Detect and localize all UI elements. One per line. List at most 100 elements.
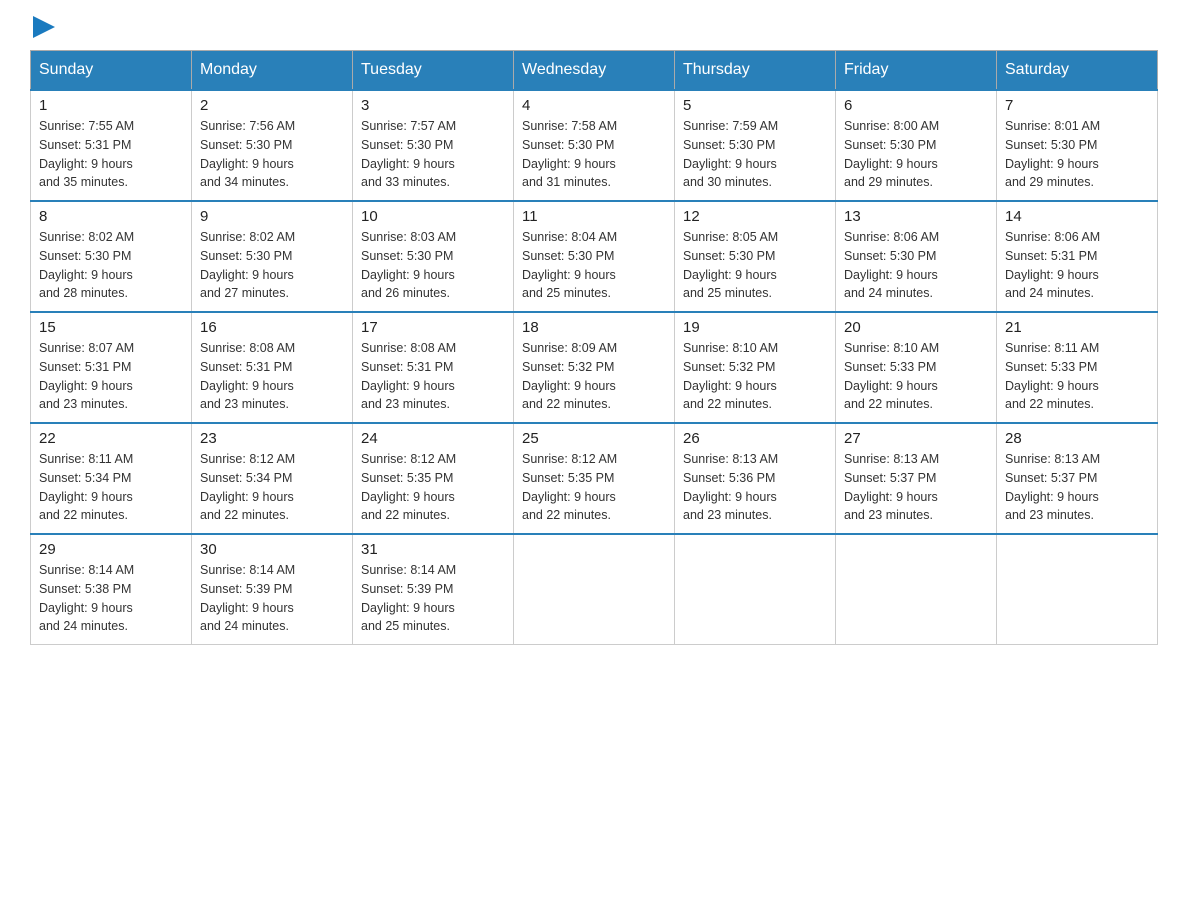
day-info: Sunrise: 8:13 AM Sunset: 5:37 PM Dayligh… bbox=[844, 450, 988, 525]
calendar-cell: 4 Sunrise: 7:58 AM Sunset: 5:30 PM Dayli… bbox=[514, 90, 675, 201]
day-number: 29 bbox=[39, 541, 183, 558]
day-header-friday: Friday bbox=[836, 51, 997, 91]
calendar-cell: 6 Sunrise: 8:00 AM Sunset: 5:30 PM Dayli… bbox=[836, 90, 997, 201]
calendar-cell: 13 Sunrise: 8:06 AM Sunset: 5:30 PM Dayl… bbox=[836, 201, 997, 312]
day-info: Sunrise: 8:01 AM Sunset: 5:30 PM Dayligh… bbox=[1005, 117, 1149, 192]
logo-arrow-icon bbox=[33, 16, 55, 38]
day-info: Sunrise: 8:12 AM Sunset: 5:34 PM Dayligh… bbox=[200, 450, 344, 525]
day-info: Sunrise: 7:58 AM Sunset: 5:30 PM Dayligh… bbox=[522, 117, 666, 192]
day-number: 12 bbox=[683, 208, 827, 225]
day-header-monday: Monday bbox=[192, 51, 353, 91]
calendar-week-row: 1 Sunrise: 7:55 AM Sunset: 5:31 PM Dayli… bbox=[31, 90, 1158, 201]
day-header-wednesday: Wednesday bbox=[514, 51, 675, 91]
day-info: Sunrise: 7:57 AM Sunset: 5:30 PM Dayligh… bbox=[361, 117, 505, 192]
calendar-cell: 16 Sunrise: 8:08 AM Sunset: 5:31 PM Dayl… bbox=[192, 312, 353, 423]
day-number: 23 bbox=[200, 430, 344, 447]
day-header-thursday: Thursday bbox=[675, 51, 836, 91]
day-number: 1 bbox=[39, 97, 183, 114]
day-number: 7 bbox=[1005, 97, 1149, 114]
day-number: 22 bbox=[39, 430, 183, 447]
calendar-week-row: 29 Sunrise: 8:14 AM Sunset: 5:38 PM Dayl… bbox=[31, 534, 1158, 645]
calendar-cell: 14 Sunrise: 8:06 AM Sunset: 5:31 PM Dayl… bbox=[997, 201, 1158, 312]
day-info: Sunrise: 8:12 AM Sunset: 5:35 PM Dayligh… bbox=[361, 450, 505, 525]
calendar-week-row: 22 Sunrise: 8:11 AM Sunset: 5:34 PM Dayl… bbox=[31, 423, 1158, 534]
day-number: 4 bbox=[522, 97, 666, 114]
calendar-cell: 7 Sunrise: 8:01 AM Sunset: 5:30 PM Dayli… bbox=[997, 90, 1158, 201]
day-number: 16 bbox=[200, 319, 344, 336]
calendar-cell: 22 Sunrise: 8:11 AM Sunset: 5:34 PM Dayl… bbox=[31, 423, 192, 534]
day-number: 9 bbox=[200, 208, 344, 225]
calendar-cell: 8 Sunrise: 8:02 AM Sunset: 5:30 PM Dayli… bbox=[31, 201, 192, 312]
day-number: 18 bbox=[522, 319, 666, 336]
calendar-cell: 27 Sunrise: 8:13 AM Sunset: 5:37 PM Dayl… bbox=[836, 423, 997, 534]
logo bbox=[30, 20, 55, 32]
day-number: 21 bbox=[1005, 319, 1149, 336]
day-number: 15 bbox=[39, 319, 183, 336]
day-info: Sunrise: 8:13 AM Sunset: 5:36 PM Dayligh… bbox=[683, 450, 827, 525]
calendar-cell: 29 Sunrise: 8:14 AM Sunset: 5:38 PM Dayl… bbox=[31, 534, 192, 645]
day-info: Sunrise: 8:04 AM Sunset: 5:30 PM Dayligh… bbox=[522, 228, 666, 303]
calendar-week-row: 15 Sunrise: 8:07 AM Sunset: 5:31 PM Dayl… bbox=[31, 312, 1158, 423]
calendar-cell: 23 Sunrise: 8:12 AM Sunset: 5:34 PM Dayl… bbox=[192, 423, 353, 534]
day-number: 10 bbox=[361, 208, 505, 225]
day-header-tuesday: Tuesday bbox=[353, 51, 514, 91]
logo-line1 bbox=[30, 20, 55, 38]
calendar-week-row: 8 Sunrise: 8:02 AM Sunset: 5:30 PM Dayli… bbox=[31, 201, 1158, 312]
day-info: Sunrise: 7:59 AM Sunset: 5:30 PM Dayligh… bbox=[683, 117, 827, 192]
calendar-cell: 9 Sunrise: 8:02 AM Sunset: 5:30 PM Dayli… bbox=[192, 201, 353, 312]
day-number: 2 bbox=[200, 97, 344, 114]
day-info: Sunrise: 8:10 AM Sunset: 5:32 PM Dayligh… bbox=[683, 339, 827, 414]
day-number: 26 bbox=[683, 430, 827, 447]
day-info: Sunrise: 8:14 AM Sunset: 5:39 PM Dayligh… bbox=[200, 561, 344, 636]
day-info: Sunrise: 8:08 AM Sunset: 5:31 PM Dayligh… bbox=[200, 339, 344, 414]
day-number: 11 bbox=[522, 208, 666, 225]
day-info: Sunrise: 8:03 AM Sunset: 5:30 PM Dayligh… bbox=[361, 228, 505, 303]
day-info: Sunrise: 8:06 AM Sunset: 5:30 PM Dayligh… bbox=[844, 228, 988, 303]
day-number: 17 bbox=[361, 319, 505, 336]
calendar-cell: 1 Sunrise: 7:55 AM Sunset: 5:31 PM Dayli… bbox=[31, 90, 192, 201]
calendar-cell: 21 Sunrise: 8:11 AM Sunset: 5:33 PM Dayl… bbox=[997, 312, 1158, 423]
calendar-header-row: SundayMondayTuesdayWednesdayThursdayFrid… bbox=[31, 51, 1158, 91]
day-number: 30 bbox=[200, 541, 344, 558]
day-info: Sunrise: 8:10 AM Sunset: 5:33 PM Dayligh… bbox=[844, 339, 988, 414]
day-info: Sunrise: 8:06 AM Sunset: 5:31 PM Dayligh… bbox=[1005, 228, 1149, 303]
day-number: 24 bbox=[361, 430, 505, 447]
day-info: Sunrise: 8:11 AM Sunset: 5:34 PM Dayligh… bbox=[39, 450, 183, 525]
day-header-sunday: Sunday bbox=[31, 51, 192, 91]
calendar-cell: 5 Sunrise: 7:59 AM Sunset: 5:30 PM Dayli… bbox=[675, 90, 836, 201]
calendar-cell: 30 Sunrise: 8:14 AM Sunset: 5:39 PM Dayl… bbox=[192, 534, 353, 645]
calendar-cell: 2 Sunrise: 7:56 AM Sunset: 5:30 PM Dayli… bbox=[192, 90, 353, 201]
calendar-cell bbox=[514, 534, 675, 645]
day-info: Sunrise: 8:00 AM Sunset: 5:30 PM Dayligh… bbox=[844, 117, 988, 192]
day-number: 6 bbox=[844, 97, 988, 114]
calendar-cell bbox=[675, 534, 836, 645]
day-number: 20 bbox=[844, 319, 988, 336]
day-info: Sunrise: 8:02 AM Sunset: 5:30 PM Dayligh… bbox=[39, 228, 183, 303]
day-info: Sunrise: 8:11 AM Sunset: 5:33 PM Dayligh… bbox=[1005, 339, 1149, 414]
calendar-cell: 28 Sunrise: 8:13 AM Sunset: 5:37 PM Dayl… bbox=[997, 423, 1158, 534]
calendar-cell: 12 Sunrise: 8:05 AM Sunset: 5:30 PM Dayl… bbox=[675, 201, 836, 312]
day-info: Sunrise: 7:55 AM Sunset: 5:31 PM Dayligh… bbox=[39, 117, 183, 192]
day-number: 31 bbox=[361, 541, 505, 558]
day-number: 27 bbox=[844, 430, 988, 447]
calendar-cell: 17 Sunrise: 8:08 AM Sunset: 5:31 PM Dayl… bbox=[353, 312, 514, 423]
calendar-cell: 11 Sunrise: 8:04 AM Sunset: 5:30 PM Dayl… bbox=[514, 201, 675, 312]
calendar-cell: 15 Sunrise: 8:07 AM Sunset: 5:31 PM Dayl… bbox=[31, 312, 192, 423]
calendar-table: SundayMondayTuesdayWednesdayThursdayFrid… bbox=[30, 50, 1158, 645]
calendar-cell: 31 Sunrise: 8:14 AM Sunset: 5:39 PM Dayl… bbox=[353, 534, 514, 645]
calendar-cell: 18 Sunrise: 8:09 AM Sunset: 5:32 PM Dayl… bbox=[514, 312, 675, 423]
page-header bbox=[30, 20, 1158, 32]
day-header-saturday: Saturday bbox=[997, 51, 1158, 91]
day-info: Sunrise: 8:13 AM Sunset: 5:37 PM Dayligh… bbox=[1005, 450, 1149, 525]
day-info: Sunrise: 8:14 AM Sunset: 5:38 PM Dayligh… bbox=[39, 561, 183, 636]
calendar-cell: 25 Sunrise: 8:12 AM Sunset: 5:35 PM Dayl… bbox=[514, 423, 675, 534]
day-info: Sunrise: 8:08 AM Sunset: 5:31 PM Dayligh… bbox=[361, 339, 505, 414]
day-number: 25 bbox=[522, 430, 666, 447]
day-number: 13 bbox=[844, 208, 988, 225]
day-info: Sunrise: 8:09 AM Sunset: 5:32 PM Dayligh… bbox=[522, 339, 666, 414]
day-number: 19 bbox=[683, 319, 827, 336]
calendar-cell: 24 Sunrise: 8:12 AM Sunset: 5:35 PM Dayl… bbox=[353, 423, 514, 534]
calendar-cell: 19 Sunrise: 8:10 AM Sunset: 5:32 PM Dayl… bbox=[675, 312, 836, 423]
day-number: 28 bbox=[1005, 430, 1149, 447]
day-info: Sunrise: 7:56 AM Sunset: 5:30 PM Dayligh… bbox=[200, 117, 344, 192]
